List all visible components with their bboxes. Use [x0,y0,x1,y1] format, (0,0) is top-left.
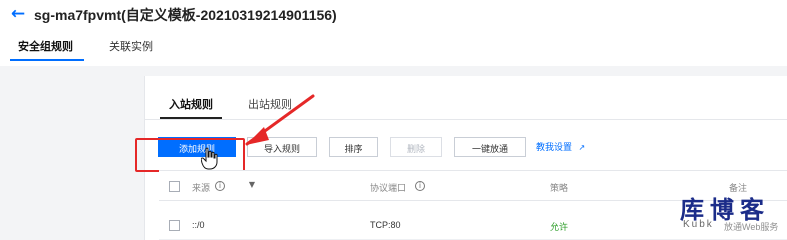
filter-icon[interactable]: ▼ [247,180,257,190]
back-arrow-icon[interactable]: ← [10,6,26,23]
add-rule-button[interactable]: 添加规则 [158,137,236,157]
source-info-icon: i [215,181,225,191]
rules-table-header: 来源 i ▼ 协议端口 i 策略 备注 [159,170,787,201]
protocol-port-column-header: 协议端口 [370,183,407,193]
active-tab-indicator [10,59,84,61]
security-group-page: ← sg-ma7fpvmt(自定义模板-20210319214901156) 安… [0,0,787,240]
tab-outbound-rules[interactable]: 出站规则 [248,96,292,112]
inner-tab-divider [145,119,787,120]
main-tabs: 安全组规则 关联实例 [0,36,787,66]
row-checkbox[interactable] [169,220,180,231]
policy-column-header: 策略 [550,183,569,193]
help-setting-link[interactable]: 教我设置 ↗ [536,140,585,153]
row-note: 放通Web服务 [724,222,779,232]
select-all-checkbox[interactable] [169,181,180,192]
page-header: ← sg-ma7fpvmt(自定义模板-20210319214901156) 安… [0,0,787,66]
import-rule-button[interactable]: 导入规则 [247,137,317,157]
external-link-icon: ↗ [578,143,586,152]
page-title: sg-ma7fpvmt(自定义模板-20210319214901156) [34,7,337,23]
delete-button[interactable]: 删除 [390,137,442,157]
row-policy: 允许 [550,222,569,232]
sort-button[interactable]: 排序 [329,137,378,157]
row-protocol-port: TCP:80 [370,220,401,230]
tab-security-group-rules[interactable]: 安全组规则 [18,38,73,54]
row-source: ::/0 [192,220,205,230]
help-setting-label: 教我设置 [536,142,573,152]
allow-all-button[interactable]: 一键放通 [454,137,526,157]
note-column-header: 备注 [729,183,748,193]
tab-associated-instances[interactable]: 关联实例 [109,38,153,54]
source-column-header: 来源 [192,183,211,193]
table-row: ::/0 TCP:80 允许 [159,202,787,240]
tab-inbound-rules[interactable]: 入站规则 [169,96,213,112]
protocol-info-icon: i [415,181,425,191]
